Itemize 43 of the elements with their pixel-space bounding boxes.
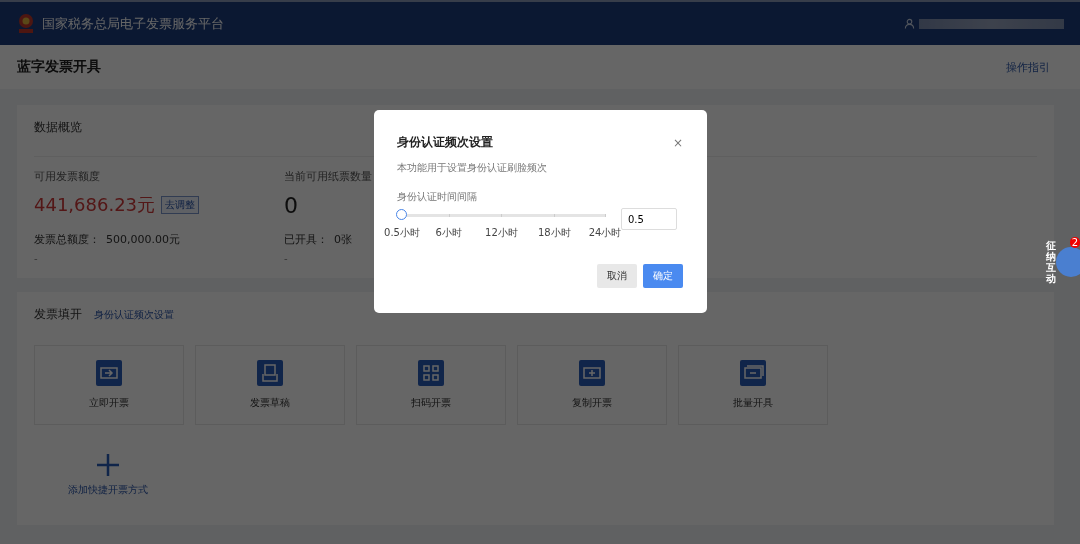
tick-label: 18小时 xyxy=(537,226,571,240)
invoice-action-tile[interactable]: 立即开票 xyxy=(34,345,184,425)
tick-label: 0.5小时 xyxy=(384,226,420,240)
stat-sub-label: 发票总额度： xyxy=(34,232,100,247)
stat-note: - xyxy=(284,253,289,264)
confirm-button[interactable]: 确定 xyxy=(643,264,683,288)
field-label: 身份认证时间间隔 xyxy=(397,190,478,204)
invoice-action-tile[interactable]: 扫码开票 xyxy=(356,345,506,425)
ticket-icon xyxy=(579,360,605,386)
ticket-icon xyxy=(740,360,766,386)
qr-code-icon xyxy=(418,360,444,386)
page-title: 蓝字发票开具 xyxy=(17,58,101,76)
tray-icon xyxy=(257,360,283,386)
invoice-action-tile[interactable]: 复制开票 xyxy=(517,345,667,425)
tick-label: 12小时 xyxy=(485,226,518,240)
stat-sub-value: 0张 xyxy=(334,232,352,247)
stat-sub-label: 已开具： xyxy=(284,232,328,247)
stat-value: 0 xyxy=(284,192,298,218)
emblem-icon xyxy=(16,12,36,35)
user-icon xyxy=(904,18,915,29)
stat-note: - xyxy=(34,253,39,264)
invoice-action-tile[interactable]: 发票草稿 xyxy=(195,345,345,425)
dialog-description: 本功能用于设置身份认证刷脸频次 xyxy=(397,161,548,175)
dialog-title: 身份认证频次设置 xyxy=(397,134,493,151)
stat-sub-value: 500,000.00元 xyxy=(106,232,180,247)
guide-link[interactable]: 操作指引 xyxy=(1006,59,1050,75)
section-title: 发票填开 xyxy=(34,306,82,323)
cancel-button[interactable]: 取消 xyxy=(597,264,637,288)
plus-icon xyxy=(96,453,120,477)
add-shortcut-tile[interactable]: 添加快捷开票方式 xyxy=(34,443,182,515)
ticket-icon xyxy=(96,360,122,386)
avatar-icon xyxy=(1056,247,1080,277)
platform-title: 国家税务总局电子发票服务平台 xyxy=(42,14,224,33)
adjust-button[interactable]: 去调整 xyxy=(161,196,200,214)
tick-label: 6小时 xyxy=(435,226,462,240)
notification-badge: 2 xyxy=(1069,237,1080,248)
interval-input[interactable]: 0.5 xyxy=(621,208,677,230)
auth-settings-link[interactable]: 身份认证频次设置 xyxy=(94,308,174,322)
close-button[interactable]: × xyxy=(672,135,683,150)
stat-value: 441,686.23元 xyxy=(34,193,156,217)
tick-label: 24小时 xyxy=(588,226,622,240)
chat-widget[interactable]: 征纳互动 2 xyxy=(1046,240,1080,284)
slider-thumb[interactable] xyxy=(396,209,407,220)
